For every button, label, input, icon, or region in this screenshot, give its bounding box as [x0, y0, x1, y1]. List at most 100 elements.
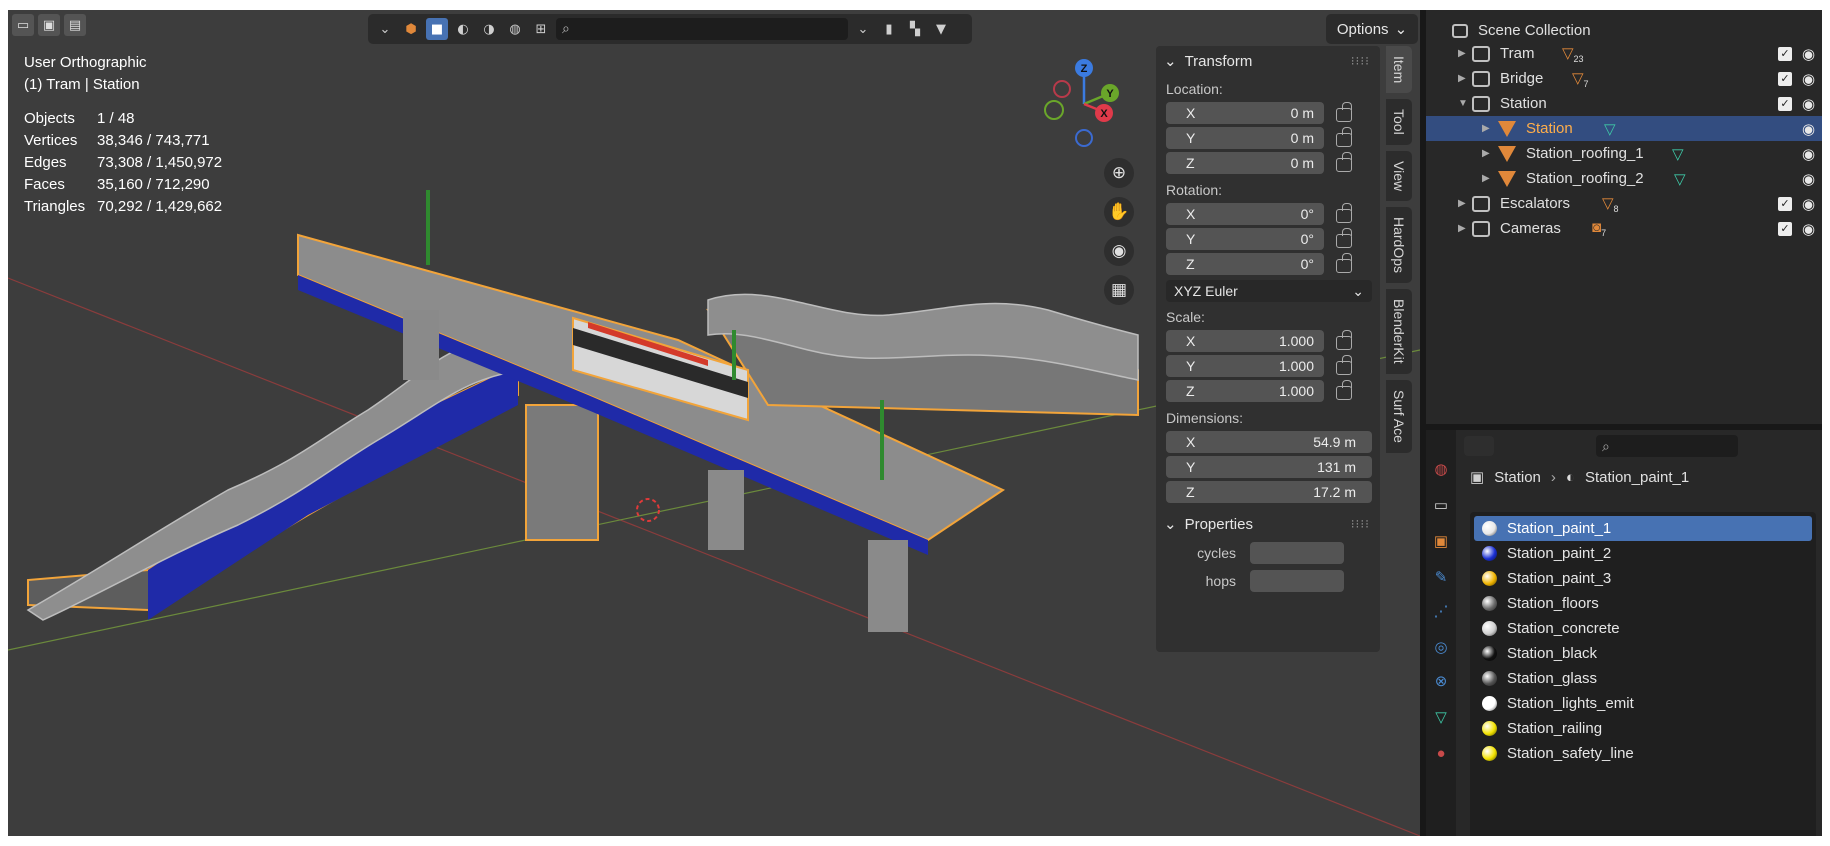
funnel-filter-icon[interactable]: ▼	[930, 18, 952, 40]
object-icon[interactable]: ▣	[1432, 532, 1450, 550]
lock-icon[interactable]	[1336, 101, 1352, 122]
lock-icon[interactable]	[1336, 126, 1352, 147]
exclude-checkbox[interactable]: ✓	[1778, 46, 1792, 61]
material-icon[interactable]: ●	[1432, 744, 1450, 762]
exclude-checkbox[interactable]: ✓	[1778, 196, 1792, 211]
editor-type-select[interactable]	[1464, 436, 1494, 456]
physics-icon[interactable]: ◎	[1432, 638, 1450, 656]
properties-panel-header[interactable]: ⌄ Properties ⁝⁝⁝⁝	[1156, 509, 1380, 539]
eye-icon[interactable]: ◉	[1802, 195, 1815, 213]
tab-blenderkit[interactable]: BlenderKit	[1386, 289, 1412, 374]
lock-icon[interactable]	[1336, 329, 1352, 350]
expand-arrow-icon[interactable]: ▶	[1458, 198, 1466, 209]
exclude-checkbox[interactable]: ✓	[1778, 96, 1792, 111]
location-z-field[interactable]: Z0 m	[1166, 152, 1324, 174]
lock-icon[interactable]	[1336, 227, 1352, 248]
particles-icon[interactable]: ⋰	[1432, 602, 1450, 620]
exclude-checkbox[interactable]: ✓	[1778, 221, 1792, 236]
outliner-row-station-roofing-2[interactable]: ▶ Station_roofing_2 ▽ ◉	[1426, 166, 1822, 191]
options-button[interactable]: Options ⌄	[1326, 14, 1418, 44]
lock-icon[interactable]	[1336, 151, 1352, 172]
eye-icon[interactable]: ◉	[1802, 220, 1815, 238]
scale-x-field[interactable]: X 1.000	[1166, 330, 1324, 352]
dimension-z-field[interactable]: Z 17.2 m	[1166, 481, 1372, 503]
rotation-z-field[interactable]: Z 0°	[1166, 253, 1324, 275]
object-color-icon[interactable]: ⬢	[400, 18, 422, 40]
viewport-search-input[interactable]: ⌕	[556, 18, 848, 40]
rendered-shading-icon[interactable]: ◑	[478, 18, 500, 40]
material-slot-list[interactable]: Station_paint_1 Station_paint_2 Station_pa…	[1470, 512, 1816, 836]
rotation-y-field[interactable]: Y 0°	[1166, 228, 1324, 250]
property-value-field[interactable]	[1250, 570, 1344, 592]
outliner-row-cameras[interactable]: ▶ Cameras ◙7 ✓ ◉	[1426, 216, 1822, 241]
drag-handle-icon[interactable]: ⁝⁝⁝⁝	[1351, 54, 1370, 68]
3d-viewport[interactable]: ▭ ▣ ▤ ⌄ ⬢ ■ ◐ ◑ ◍ ⊞ ⌕ ⌄ ▮ ▚ ▼ Options ⌄ …	[8, 10, 1420, 836]
scale-z-field[interactable]: Z 1.000	[1166, 380, 1324, 402]
rotation-mode-select[interactable]: XYZ Euler ⌄	[1166, 280, 1372, 302]
dimension-y-field[interactable]: Y 131 m	[1166, 456, 1372, 478]
material-slot[interactable]: Station_paint_3	[1474, 566, 1812, 591]
world-icon[interactable]: ◍	[504, 18, 526, 40]
collection-icon[interactable]: ▭	[1432, 496, 1450, 514]
world-icon[interactable]: ◍	[1432, 460, 1450, 478]
ortho-grid-icon[interactable]: ▦	[1104, 275, 1134, 305]
material-slot[interactable]: Station_lights_emit	[1474, 691, 1812, 716]
exclude-checkbox[interactable]: ✓	[1778, 71, 1792, 86]
pan-hand-icon[interactable]: ✋	[1104, 197, 1134, 227]
properties-search-input[interactable]: ⌕	[1596, 435, 1738, 457]
lock-icon[interactable]	[1336, 379, 1352, 400]
outliner-row-tram[interactable]: ▶ Tram ▽23 ✓ ◉	[1426, 41, 1822, 66]
rotation-x-field[interactable]: X 0°	[1166, 203, 1324, 225]
eye-icon[interactable]: ◉	[1802, 95, 1815, 113]
mesh-data-icon[interactable]: ▽	[1672, 145, 1684, 163]
tab-hardops[interactable]: HardOps	[1386, 207, 1412, 284]
expand-arrow-icon[interactable]: ▶	[1482, 123, 1490, 134]
outliner-row-escalators[interactable]: ▶ Escalators ▽8 ✓ ◉	[1426, 191, 1822, 216]
expand-arrow-icon[interactable]: ▶	[1458, 73, 1466, 84]
expand-arrow-icon[interactable]: ▶	[1458, 223, 1466, 234]
expand-arrow-icon[interactable]: ▶	[1458, 48, 1466, 59]
outliner-row-station-collection[interactable]: ▼ Station ✓ ◉	[1426, 91, 1822, 116]
select-box-icon[interactable]: ▭	[12, 14, 34, 36]
chevron-down-icon[interactable]: ⌄	[374, 18, 396, 40]
eye-icon[interactable]: ◉	[1802, 120, 1815, 138]
material-slot[interactable]: Station_railing	[1474, 716, 1812, 741]
eye-icon[interactable]: ◉	[1802, 70, 1815, 88]
navigation-gizmo[interactable]: Z Y X	[1040, 56, 1130, 156]
material-slot[interactable]: Station_glass	[1474, 666, 1812, 691]
filter-dropdown-icon[interactable]: ⌄	[852, 18, 874, 40]
layout-icon[interactable]: ▚	[904, 18, 926, 40]
scene-collection-row[interactable]: Scene Collection	[1426, 18, 1822, 43]
material-slot[interactable]: Station_black	[1474, 641, 1812, 666]
outliner-row-bridge[interactable]: ▶ Bridge ▽7 ✓ ◉	[1426, 66, 1822, 91]
tab-surf-ace[interactable]: Surf Ace	[1386, 379, 1412, 453]
collapse-arrow-icon[interactable]: ▼	[1458, 98, 1468, 109]
lock-icon[interactable]	[1336, 252, 1352, 273]
eye-icon[interactable]: ◉	[1802, 170, 1815, 188]
mesh-data-icon[interactable]: ▽	[1432, 708, 1450, 726]
expand-arrow-icon[interactable]: ▶	[1482, 173, 1490, 184]
material-slot[interactable]: Station_paint_1	[1474, 516, 1812, 541]
eye-icon[interactable]: ◉	[1802, 145, 1815, 163]
material-slot[interactable]: Station_concrete	[1474, 616, 1812, 641]
camera-view-icon[interactable]: ◉	[1104, 236, 1134, 266]
location-x-field[interactable]: X0 m	[1166, 102, 1324, 124]
location-y-field[interactable]: Y0 m	[1166, 127, 1324, 149]
solid-shading-icon[interactable]: ■	[426, 18, 448, 40]
select-extend-icon[interactable]: ▣	[38, 14, 60, 36]
material-slot[interactable]: Station_safety_line	[1474, 741, 1812, 766]
material-slot[interactable]: Station_floors	[1474, 591, 1812, 616]
mesh-data-icon[interactable]: ▽	[1674, 170, 1686, 188]
bookmark-icon[interactable]: ▮	[878, 18, 900, 40]
mesh-data-icon[interactable]: ▽	[1604, 120, 1616, 138]
wrench-icon[interactable]: ✎	[1432, 568, 1450, 586]
lock-icon[interactable]	[1336, 354, 1352, 375]
transform-panel-header[interactable]: ⌄ Transform ⁝⁝⁝⁝	[1156, 46, 1380, 76]
tab-view[interactable]: View	[1386, 150, 1412, 202]
lock-icon[interactable]	[1336, 202, 1352, 223]
eye-icon[interactable]: ◉	[1802, 45, 1815, 63]
material-slot[interactable]: Station_paint_2	[1474, 541, 1812, 566]
material-preview-icon[interactable]: ◐	[452, 18, 474, 40]
scene-icon[interactable]: ⊞	[530, 18, 552, 40]
scale-y-field[interactable]: Y 1.000	[1166, 355, 1324, 377]
